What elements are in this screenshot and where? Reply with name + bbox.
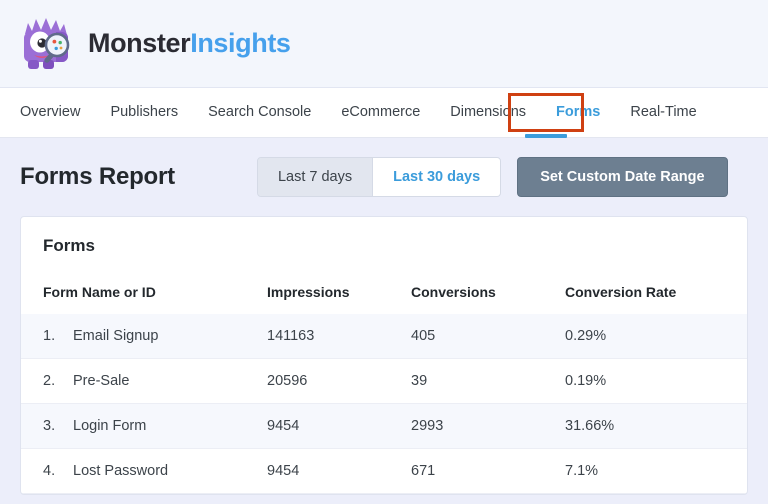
forms-table-body: 1. Email Signup 141163 405 0.29% 2. Pre-…: [21, 314, 747, 494]
brand-wordmark: MonsterInsights: [88, 30, 291, 57]
brand-wordmark-insights: Insights: [190, 28, 290, 58]
row-rank: 4.: [21, 449, 73, 494]
row-conversion-rate: 31.66%: [565, 404, 747, 449]
row-impressions: 9454: [267, 404, 411, 449]
row-impressions: 141163: [267, 314, 411, 359]
row-rank: 2.: [21, 359, 73, 404]
main-navigation: Overview Publishers Search Console eComm…: [0, 88, 768, 138]
page-title: Forms Report: [20, 163, 175, 191]
row-conversion-rate: 7.1%: [565, 449, 747, 494]
column-header-conversions: Conversions: [411, 256, 565, 314]
nav-item-search-console[interactable]: Search Console: [208, 105, 311, 120]
column-header-conversion-rate: Conversion Rate: [565, 256, 747, 314]
table-row[interactable]: 3. Login Form 9454 2993 31.66%: [21, 404, 747, 449]
row-form-name: Pre-Sale: [73, 359, 267, 404]
forms-report-card: Forms Form Name or ID Impressions Conver…: [20, 216, 748, 495]
date-range-last-30-days-button[interactable]: Last 30 days: [372, 158, 500, 196]
table-row[interactable]: 1. Email Signup 141163 405 0.29%: [21, 314, 747, 359]
report-header-row: Forms Report Last 7 days Last 30 days Se…: [0, 138, 768, 216]
date-range-last-7-days-button[interactable]: Last 7 days: [258, 158, 372, 196]
card-title: Forms: [21, 217, 747, 256]
row-conversions: 2993: [411, 404, 565, 449]
row-impressions: 20596: [267, 359, 411, 404]
forms-table: Form Name or ID Impressions Conversions …: [21, 256, 747, 494]
table-row[interactable]: 2. Pre-Sale 20596 39 0.19%: [21, 359, 747, 404]
row-conversion-rate: 0.29%: [565, 314, 747, 359]
active-tab-underline: [525, 134, 567, 138]
brand-wordmark-monster: Monster: [88, 28, 190, 58]
date-range-toggle: Last 7 days Last 30 days: [257, 157, 501, 197]
nav-item-forms[interactable]: Forms: [556, 105, 600, 120]
row-impressions: 9454: [267, 449, 411, 494]
row-conversions: 671: [411, 449, 565, 494]
forms-table-head: Form Name or ID Impressions Conversions …: [21, 256, 747, 314]
row-form-name: Lost Password: [73, 449, 267, 494]
nav-item-ecommerce[interactable]: eCommerce: [341, 105, 420, 120]
column-header-impressions: Impressions: [267, 256, 411, 314]
nav-item-dimensions[interactable]: Dimensions: [450, 105, 526, 120]
row-rank: 3.: [21, 404, 73, 449]
table-header-row: Form Name or ID Impressions Conversions …: [21, 256, 747, 314]
brand-header: MonsterInsights: [0, 0, 768, 88]
row-conversion-rate: 0.19%: [565, 359, 747, 404]
monster-mascot-magnifier-icon: [18, 14, 74, 74]
nav-item-overview[interactable]: Overview: [20, 105, 80, 120]
set-custom-date-range-button[interactable]: Set Custom Date Range: [517, 157, 727, 197]
row-conversions: 39: [411, 359, 565, 404]
table-row[interactable]: 4. Lost Password 9454 671 7.1%: [21, 449, 747, 494]
row-rank: 1.: [21, 314, 73, 359]
row-conversions: 405: [411, 314, 565, 359]
report-card-wrapper: Forms Form Name or ID Impressions Conver…: [0, 216, 768, 495]
nav-item-publishers[interactable]: Publishers: [110, 105, 178, 120]
nav-item-real-time[interactable]: Real-Time: [630, 105, 696, 120]
column-header-form-name: Form Name or ID: [21, 256, 267, 314]
row-form-name: Login Form: [73, 404, 267, 449]
row-form-name: Email Signup: [73, 314, 267, 359]
